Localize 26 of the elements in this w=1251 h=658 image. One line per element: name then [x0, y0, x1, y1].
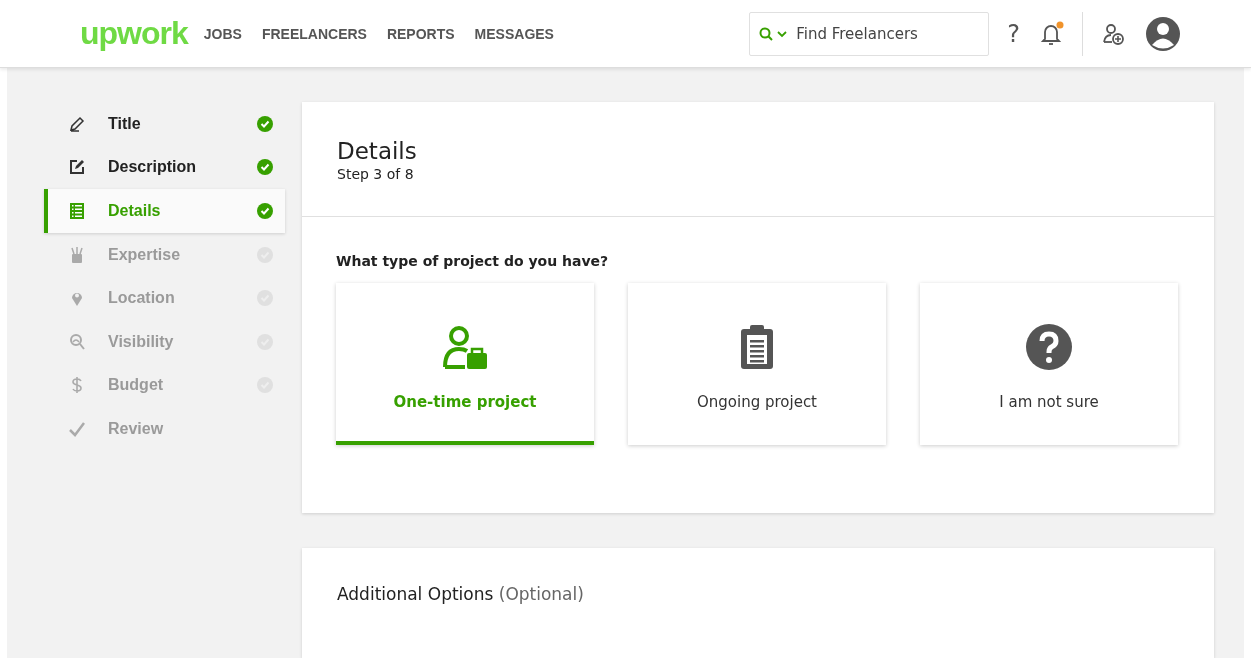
section-title: Details — [337, 138, 418, 164]
question-icon — [1025, 323, 1073, 371]
project-type-option[interactable]: Ongoing project — [628, 283, 886, 445]
check-circle-icon — [257, 159, 273, 176]
search-field[interactable]: Find Freelancers — [749, 11, 990, 56]
step-counter: Step 3 of 8 — [337, 166, 415, 182]
avatar-icon[interactable] — [1145, 15, 1181, 52]
person-briefcase-icon — [441, 323, 489, 371]
nav-link[interactable]: MESSAGES — [474, 25, 554, 42]
nav-link[interactable]: FREELANCERS — [261, 25, 367, 42]
notification-bell-icon[interactable] — [1038, 20, 1064, 47]
sidebar-item[interactable]: Title — [44, 102, 285, 146]
pencil-icon — [68, 114, 86, 133]
check-circle-icon — [257, 115, 273, 132]
section-title: Additional Options (Optional) — [337, 584, 585, 604]
person-search-icon — [68, 332, 86, 351]
question-label: What type of project do you have? — [336, 253, 610, 269]
nav-link[interactable]: JOBS — [203, 25, 242, 42]
project-type-option[interactable]: I am not sure — [920, 283, 1178, 445]
help-link[interactable]: ? — [1007, 19, 1020, 48]
check-circle-icon — [257, 203, 273, 219]
edit-icon — [68, 158, 86, 177]
brush-cup-icon — [68, 245, 86, 264]
list-icon — [68, 202, 86, 220]
nav-link[interactable]: REPORTS — [386, 25, 455, 42]
sidebar-item[interactable]: Description — [44, 145, 285, 190]
